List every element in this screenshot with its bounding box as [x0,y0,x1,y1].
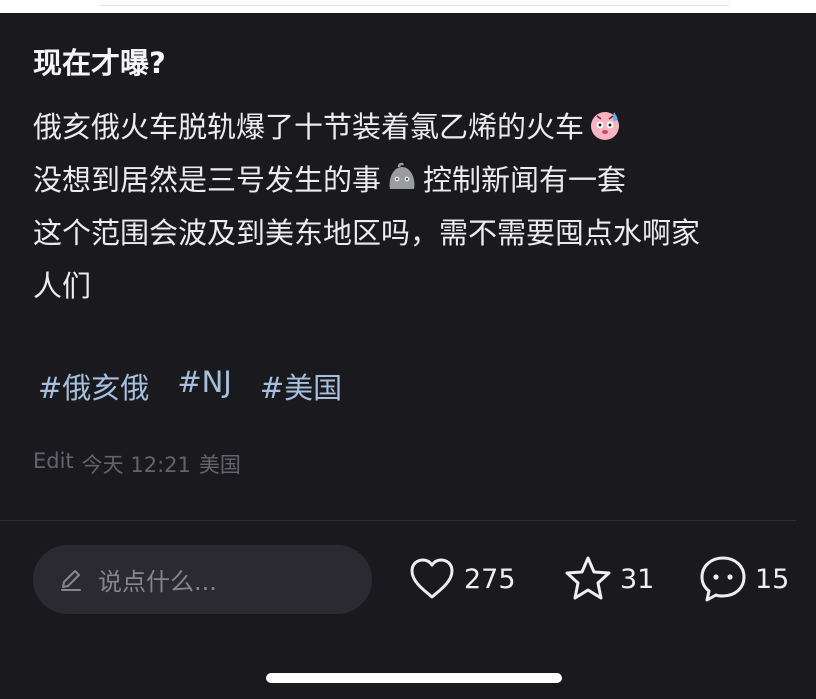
body-line-1-text: 俄亥俄火车脱轨爆了十节装着氯乙烯的火车 [33,110,585,144]
comment-bubble-icon [700,556,746,602]
post-title: 现在才曝? [33,46,166,80]
body-line-4-text: 人们 [33,269,92,303]
heart-icon [410,558,454,599]
post-location: 美国 [198,453,241,477]
body-line-3: 这个范围会波及到美东地区吗，需不需要囤点水啊家 [33,207,793,260]
tag-nj[interactable]: #NJ [177,365,232,407]
divider [0,520,796,521]
favorite-button[interactable]: 31 [562,551,654,607]
pencil-icon [61,569,81,591]
tag-list: #俄亥俄 #NJ #美国 [38,365,342,407]
comment-button[interactable]: 15 [697,551,789,607]
body-line-3-text: 这个范围会波及到美东地区吗，需不需要囤点水啊家 [33,216,701,250]
previous-card-divider [100,0,730,6]
body-line-2-text-before: 没想到居然是三号发生的事 [33,163,382,197]
sweating-face-emoji-icon [591,112,620,140]
home-indicator[interactable] [266,673,562,683]
comment-placeholder: 说点什么... [98,568,217,596]
comment-count: 15 [755,563,790,595]
previous-card-edge [0,0,816,13]
star-icon [565,556,611,600]
post-meta: Edit 今天 12:21 美国 [33,449,241,479]
favorite-count: 31 [620,563,655,595]
tag-usa[interactable]: #美国 [260,365,342,407]
like-count: 275 [464,563,516,595]
post-body: 俄亥俄火车脱轨爆了十节装着氯乙烯的火车 没想到居然是三号发生的事 控制新闻有一套 [33,101,793,313]
post-screen: 现在才曝? 俄亥俄火车脱轨爆了十节装着氯乙烯的火车 没想到居然是三号发生的事 控… [0,0,816,699]
edit-label: Edit [33,449,74,473]
body-line-2: 没想到居然是三号发生的事 控制新闻有一套 [33,154,793,207]
like-button[interactable]: 275 [406,551,516,607]
post-time: 今天 12:21 [81,453,191,477]
body-line-4: 人们 [33,260,793,313]
comment-input[interactable]: 说点什么... [33,545,372,614]
gray-face-emoji-icon [389,162,415,189]
body-line-2-text-after: 控制新闻有一套 [423,163,627,197]
body-line-1: 俄亥俄火车脱轨爆了十节装着氯乙烯的火车 [33,101,793,154]
tag-ohio[interactable]: #俄亥俄 [38,365,149,407]
